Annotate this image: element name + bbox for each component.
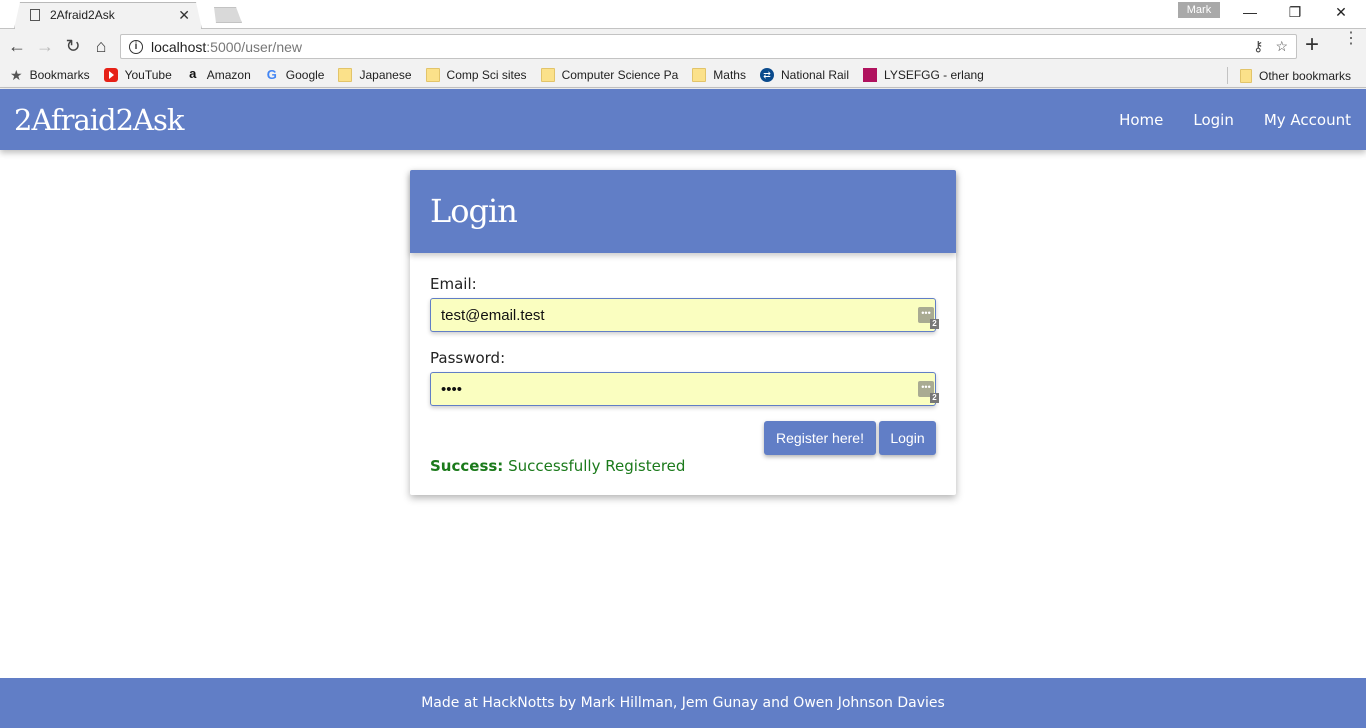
bookmark-youtube[interactable]: YouTube — [103, 68, 172, 82]
status-text: Successfully Registered — [508, 457, 686, 475]
password-field[interactable] — [430, 372, 936, 406]
close-window-icon[interactable]: ✕ — [1331, 4, 1351, 22]
bookmark-japanese[interactable]: Japanese — [338, 68, 412, 82]
login-title: Login — [430, 192, 518, 230]
bookmark-star-icon[interactable]: ☆ — [1275, 38, 1288, 55]
email-field[interactable] — [430, 298, 936, 332]
new-tab-button[interactable] — [214, 7, 242, 23]
minimize-icon[interactable]: — — [1240, 4, 1260, 22]
bookmark-computer-science[interactable]: Computer Science Pa — [540, 68, 678, 82]
address-bar[interactable]: i localhost:5000/user/new ⚷ ☆ — [120, 34, 1297, 59]
bookmark-national-rail[interactable]: ⇄ National Rail — [759, 68, 849, 82]
bookmark-erlang[interactable]: LYSEFGG - erlang — [863, 68, 984, 82]
back-icon[interactable]: ← — [6, 35, 28, 57]
nav-login[interactable]: Login — [1193, 111, 1233, 129]
footer-credits: Made at HackNotts by Mark Hillman, Jem G… — [421, 695, 945, 711]
menu-icon[interactable]: ⋮ — [1343, 31, 1359, 47]
browser-chrome: 2Afraid2Ask ✕ Mark — ❐ ✕ ← → ↻ ⌂ i local… — [0, 0, 1366, 89]
folder-icon — [692, 68, 707, 82]
star-icon: ★ — [10, 66, 23, 83]
folder-icon — [425, 68, 440, 82]
tab-title: 2Afraid2Ask — [50, 8, 115, 22]
url-text[interactable]: localhost:5000/user/new — [151, 39, 302, 55]
login-button[interactable]: Login — [879, 421, 936, 455]
bookmarks-divider — [1227, 67, 1228, 84]
folder-icon — [338, 68, 353, 82]
folder-icon — [540, 68, 555, 82]
password-manager-count: 2 — [930, 393, 939, 403]
bookmark-google[interactable]: G Google — [265, 67, 325, 83]
erlang-icon — [863, 68, 878, 82]
bookmark-maths[interactable]: Maths — [692, 68, 746, 82]
site-footer: Made at HackNotts by Mark Hillman, Jem G… — [0, 678, 1366, 728]
password-manager-count: 2 — [930, 319, 939, 329]
extension-plus-icon[interactable]: + — [1305, 33, 1319, 57]
other-bookmarks[interactable]: Other bookmarks — [1240, 63, 1351, 88]
email-label: Email: — [430, 275, 477, 293]
browser-tab-content[interactable]: 2Afraid2Ask ✕ — [16, 2, 196, 28]
home-icon[interactable]: ⌂ — [90, 35, 112, 57]
site-navbar: 2Afraid2Ask Home Login My Account — [0, 89, 1366, 150]
profile-button[interactable]: Mark — [1178, 2, 1220, 18]
national-rail-icon: ⇄ — [759, 68, 774, 82]
login-card: Login Email: ••• 2 Password: ••• 2 Regis… — [410, 170, 956, 495]
bookmarks-bar: ★ Bookmarks YouTube a Amazon G Google Japan… — [0, 63, 1366, 88]
bookmark-comp-sci-sites[interactable]: Comp Sci sites — [425, 68, 527, 82]
status-message: Success: Successfully Registered — [430, 457, 685, 475]
google-icon: G — [266, 67, 277, 82]
key-icon[interactable]: ⚷ — [1253, 38, 1263, 55]
site-brand[interactable]: 2Afraid2Ask — [14, 103, 184, 137]
amazon-icon: a — [189, 66, 197, 81]
close-tab-icon[interactable]: ✕ — [178, 7, 190, 24]
password-label: Password: — [430, 349, 506, 367]
register-button[interactable]: Register here! — [764, 421, 876, 455]
bookmark-amazon[interactable]: a Amazon — [186, 66, 251, 82]
browser-toolbar: ← → ↻ ⌂ i localhost:5000/user/new ⚷ ☆ + … — [0, 29, 1366, 63]
tab-strip: 2Afraid2Ask ✕ Mark — ❐ ✕ — [0, 0, 1366, 29]
forward-icon[interactable]: → — [34, 35, 56, 57]
reload-icon[interactable]: ↻ — [62, 35, 84, 57]
page-icon — [30, 9, 40, 21]
nav-my-account[interactable]: My Account — [1264, 111, 1351, 129]
restore-icon[interactable]: ❐ — [1285, 4, 1305, 22]
bookmark-bookmarks[interactable]: ★ Bookmarks — [10, 67, 90, 84]
info-icon[interactable]: i — [129, 39, 143, 54]
folder-icon — [1240, 68, 1252, 83]
nav-home[interactable]: Home — [1119, 111, 1163, 129]
youtube-icon — [103, 68, 118, 82]
login-card-header: Login — [410, 170, 956, 253]
status-prefix: Success: — [430, 457, 504, 475]
